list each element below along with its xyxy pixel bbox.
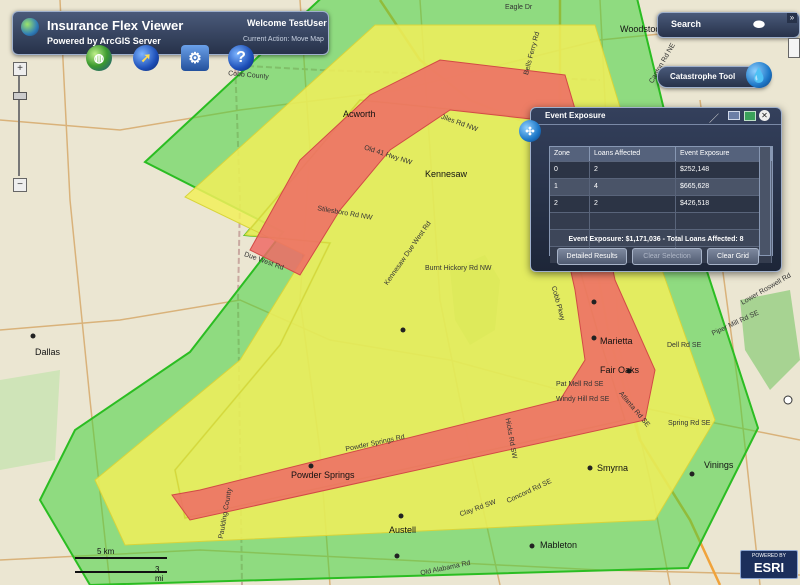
- scale-mi: 3 mi: [155, 565, 164, 583]
- park-area: [0, 370, 60, 470]
- search-panel[interactable]: Search ⬬: [657, 12, 800, 38]
- window-title-bar[interactable]: Event Exposure ／ ✕: [531, 108, 781, 125]
- grid-header: Zone Loans Affected Event Exposure: [550, 147, 772, 161]
- cell-loans: 2: [590, 162, 676, 178]
- zoom-slider[interactable]: + −: [10, 62, 30, 192]
- scale-bar: 5 km 3 mi: [75, 547, 167, 583]
- map-marker-target: [783, 395, 793, 405]
- compass-icon: ➚: [140, 50, 152, 65]
- esri-name-text: ESRI: [753, 560, 785, 575]
- settings-button[interactable]: ⚙: [181, 45, 209, 71]
- city-label: Vinings: [704, 460, 734, 470]
- welcome-text: Welcome TestUser: [247, 18, 327, 28]
- detailed-results-button[interactable]: Detailed Results: [557, 248, 627, 265]
- zoom-handle[interactable]: [13, 92, 27, 100]
- zoom-in-button[interactable]: +: [13, 62, 27, 76]
- binoculars-icon[interactable]: ⬬: [746, 16, 772, 34]
- table-row[interactable]: 0 2 $252,148: [550, 161, 772, 178]
- scale-line: [75, 571, 167, 573]
- water-drop-icon: 💧: [750, 66, 768, 83]
- table-row[interactable]: 2 2 $426,518: [550, 195, 772, 212]
- map-globe-button[interactable]: ◍: [86, 45, 112, 71]
- app-globe-icon: [21, 18, 39, 36]
- event-summary: Event Exposure: $1,171,036 - Total Loans…: [568, 236, 744, 243]
- cell-exposure: $426,518: [676, 196, 772, 212]
- road-label: Pat Mell Rd SE: [556, 381, 604, 388]
- catastrophe-tool-label: Catastrophe Tool: [670, 72, 736, 81]
- esri-powered-text: POWERED BY: [752, 553, 786, 559]
- gears-icon: ⚙: [188, 50, 202, 67]
- scale-km: 5 km: [97, 547, 115, 556]
- column-header-loans[interactable]: Loans Affected: [590, 147, 676, 161]
- current-action-text: Current Action: Move Map: [243, 36, 324, 43]
- expand-arrow-button[interactable]: »: [787, 13, 797, 23]
- cell-loans: 4: [590, 179, 676, 195]
- table-row-empty: [550, 212, 772, 229]
- city-label: Kennesaw: [425, 169, 468, 179]
- city-label: Dallas: [35, 347, 61, 357]
- app-title: Insurance Flex Viewer: [47, 18, 184, 33]
- cell-loans: 2: [590, 196, 676, 212]
- window-title: Event Exposure: [545, 111, 606, 120]
- close-icon[interactable]: ✕: [759, 110, 770, 121]
- event-exposure-window: Event Exposure ／ ✕ ✣ Zone Loans Affected…: [519, 107, 782, 272]
- help-button[interactable]: ?: [228, 45, 254, 71]
- city-label: Acworth: [343, 109, 376, 119]
- cell-zone: 1: [550, 179, 590, 195]
- catastrophe-drop-button[interactable]: 💧: [746, 62, 772, 88]
- road-label: Burnt Hickory Rd NW: [425, 265, 492, 272]
- search-label: Search: [671, 19, 702, 29]
- city-label: Fair Oaks: [600, 365, 640, 375]
- scale-line: [75, 557, 167, 559]
- clear-grid-button[interactable]: Clear Grid: [707, 248, 759, 265]
- app-header-panel: Insurance Flex Viewer Powered by ArcGIS …: [12, 11, 329, 55]
- side-panel-toggle[interactable]: [788, 38, 800, 58]
- city-label: Marietta: [600, 336, 633, 346]
- zoom-track[interactable]: [18, 76, 20, 176]
- event-wind-icon: ✣: [519, 120, 541, 142]
- cell-zone: 0: [550, 162, 590, 178]
- edit-pen-icon[interactable]: ／: [709, 110, 719, 125]
- road-label: Eagle Dr: [505, 4, 533, 11]
- city-label: Smyrna: [597, 463, 629, 473]
- navigation-button[interactable]: ➚: [133, 45, 159, 71]
- globe-icon: ◍: [93, 51, 105, 65]
- zoom-out-button[interactable]: −: [13, 178, 27, 192]
- city-label: Mableton: [540, 540, 578, 550]
- esri-logo[interactable]: POWERED BY ESRI: [740, 550, 798, 579]
- cell-exposure: $665,628: [676, 179, 772, 195]
- road-label: Dell Rd SE: [667, 342, 702, 349]
- city-label: Powder Springs: [291, 470, 355, 480]
- road-label: Spring Rd SE: [668, 420, 711, 427]
- column-header-exposure[interactable]: Event Exposure: [676, 147, 772, 161]
- column-header-zone[interactable]: Zone: [550, 147, 590, 161]
- table-row[interactable]: 1 4 $665,628: [550, 178, 772, 195]
- minimize-icon[interactable]: [728, 111, 740, 120]
- city-label: Austell: [389, 525, 417, 535]
- clear-selection-button[interactable]: Clear Selection: [632, 248, 702, 265]
- cell-exposure: $252,148: [676, 162, 772, 178]
- export-icon[interactable]: [744, 111, 756, 121]
- question-icon: ?: [236, 49, 246, 66]
- cell-zone: 2: [550, 196, 590, 212]
- road-label: Windy Hill Rd SE: [556, 396, 610, 403]
